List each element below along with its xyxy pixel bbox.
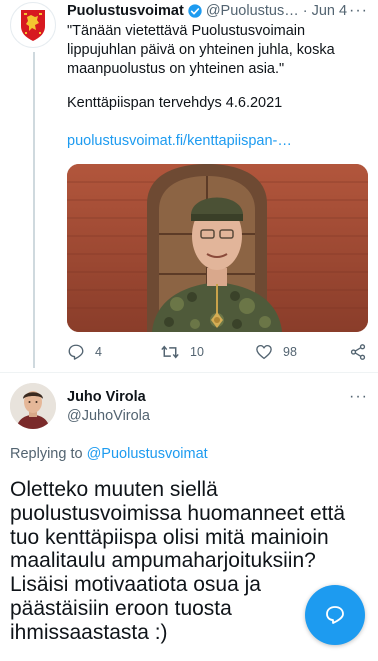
retweet-button[interactable]: 10 [160, 343, 204, 361]
tweet-author-name[interactable]: Puolustusvoimat [67, 3, 184, 19]
tweet-link[interactable]: puolustusvoimat.fi/kenttapiispan-… [67, 133, 292, 149]
original-tweet[interactable]: Puolustusvoimat @Puolustus… · Jun 4 ··· … [0, 0, 378, 372]
reply-count: 4 [95, 345, 102, 359]
tweet-text-line: maanpuolustus on yhteinen asia." [67, 61, 285, 77]
reply-text-line: maalitaulu ampumaharjoituksiin? [10, 549, 316, 573]
reply-text-line: Oletteko muuten siellä [10, 478, 218, 501]
tweet-text: "Tänään vietettävä Puolustusvoimain lipp… [67, 22, 367, 79]
tweet-date[interactable]: Jun 4 [312, 3, 347, 19]
share-button[interactable] [349, 343, 377, 361]
retweet-count: 10 [190, 345, 204, 359]
like-count: 98 [283, 345, 297, 359]
heart-icon [256, 344, 272, 360]
tweet-photo[interactable] [67, 164, 368, 332]
replying-to-label: Replying to [10, 446, 83, 462]
bishop-photo [67, 164, 368, 332]
tweet-more-button[interactable]: ··· [349, 2, 368, 20]
like-button[interactable]: 98 [255, 343, 297, 361]
replying-to: Replying to @Puolustusvoimat [10, 446, 208, 462]
tweet-author-handle[interactable]: @Puolustus… [206, 3, 299, 19]
tweet-signature: Kenttäpiispan tervehdys 4.6.2021 [67, 95, 283, 111]
replying-to-link[interactable]: @Puolustusvoimat [87, 446, 208, 462]
tweet-divider [0, 372, 378, 373]
compose-icon [326, 606, 344, 624]
share-icon [350, 344, 366, 360]
reply-text-line: puolustusvoimissa huomanneet että [10, 501, 346, 525]
profile-photo [10, 383, 56, 429]
reply-author-name[interactable]: Juho Virola [67, 389, 146, 405]
lion-crest-icon [21, 10, 45, 41]
tweet-header: Puolustusvoimat @Puolustus… · Jun 4 [67, 2, 367, 20]
reply-button[interactable]: 4 [67, 343, 102, 361]
tweet-actions: 4 10 98 [67, 343, 368, 363]
thread-line [33, 52, 35, 368]
juho-virola-avatar[interactable] [10, 383, 56, 429]
retweet-icon [161, 345, 179, 359]
header-separator: · [302, 3, 308, 19]
reply-icon [68, 344, 84, 360]
reply-text-line: tuo kenttäpiispa olisi mitä mainioin [10, 525, 329, 549]
puolustusvoimat-avatar[interactable] [10, 2, 56, 48]
reply-author-handle[interactable]: @JuhoVirola [67, 408, 150, 424]
tweet-text-line: lippujuhlan päivä on yhteinen juhla, kos… [67, 42, 335, 58]
reply-more-button[interactable]: ··· [349, 388, 368, 406]
verified-badge-icon [187, 3, 203, 19]
compose-reply-button[interactable] [305, 585, 365, 645]
tweet-text-line: "Tänään vietettävä Puolustusvoimain [67, 23, 306, 39]
